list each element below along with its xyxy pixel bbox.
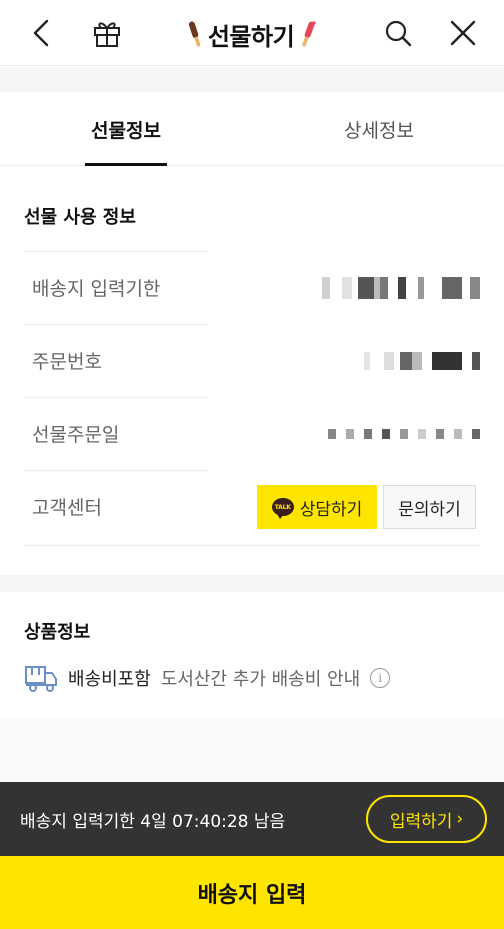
section-bottom-divider — [24, 545, 480, 546]
kakao-talk-consult-button[interactable]: TALK 상담하기 — [257, 485, 377, 529]
info-row-order-date: 선물주문일 — [24, 397, 480, 470]
delivery-truck-icon — [25, 666, 57, 692]
close-button[interactable] — [443, 13, 483, 53]
active-tab-indicator — [85, 163, 167, 166]
search-icon — [385, 20, 412, 47]
deadline-bar: 배송지 입력기한 4일 07:40:28 남음 입력하기 › — [0, 782, 504, 856]
inquiry-button[interactable]: 문의하기 — [383, 485, 476, 529]
deadline-countdown-text: 배송지 입력기한 4일 07:40:28 남음 — [20, 811, 286, 832]
info-row-order-number: 주문번호 — [24, 324, 480, 397]
redacted-value — [328, 429, 480, 439]
shipping-info-row: 배송비포함 도서산간 추가 배송비 안내 i — [24, 660, 391, 696]
shipping-included-label: 배송비포함 — [68, 669, 151, 690]
enter-shipping-address-button[interactable]: 배송지 입력 — [0, 856, 504, 929]
brand-title-area: 선물하기 — [0, 14, 504, 54]
search-button[interactable] — [378, 13, 418, 53]
redacted-value — [322, 277, 480, 299]
shipping-extra-note[interactable]: 도서산간 추가 배송비 안내 — [161, 665, 360, 691]
info-row-delivery-deadline: 배송지 입력기한 — [24, 251, 480, 324]
consult-button-label: 상담하기 — [299, 499, 363, 520]
chevron-right-icon: › — [456, 809, 464, 829]
pepero-stick-pink-icon — [302, 21, 316, 47]
talk-badge-text: TALK — [274, 503, 291, 511]
section-divider — [0, 67, 504, 92]
row-label: 주문번호 — [32, 351, 102, 373]
close-icon — [450, 20, 476, 46]
page-title: 선물하기 — [207, 22, 295, 51]
product-info-title: 상품정보 — [24, 622, 91, 643]
enter-address-pill-label: 입력하기 — [389, 811, 453, 832]
section-divider — [0, 575, 504, 592]
pepero-stick-icon — [188, 21, 201, 47]
row-label: 배송지 입력기한 — [32, 278, 161, 300]
page-filler — [0, 718, 504, 782]
row-label: 선물주문일 — [32, 424, 120, 446]
enter-address-pill-button[interactable]: 입력하기 › — [366, 795, 487, 843]
tab-bar: 선물정보 상세정보 — [0, 92, 504, 166]
tab-gift-info[interactable]: 선물정보 — [85, 92, 167, 166]
kakao-talk-icon: TALK — [271, 498, 294, 519]
row-label: 고객센터 — [32, 497, 102, 519]
gift-usage-title: 선물 사용 정보 — [24, 207, 136, 228]
tab-detail-info[interactable]: 상세정보 — [320, 92, 438, 166]
top-header: 선물하기 — [0, 0, 504, 66]
redacted-value — [364, 352, 480, 370]
info-circle-icon[interactable]: i — [370, 668, 391, 688]
